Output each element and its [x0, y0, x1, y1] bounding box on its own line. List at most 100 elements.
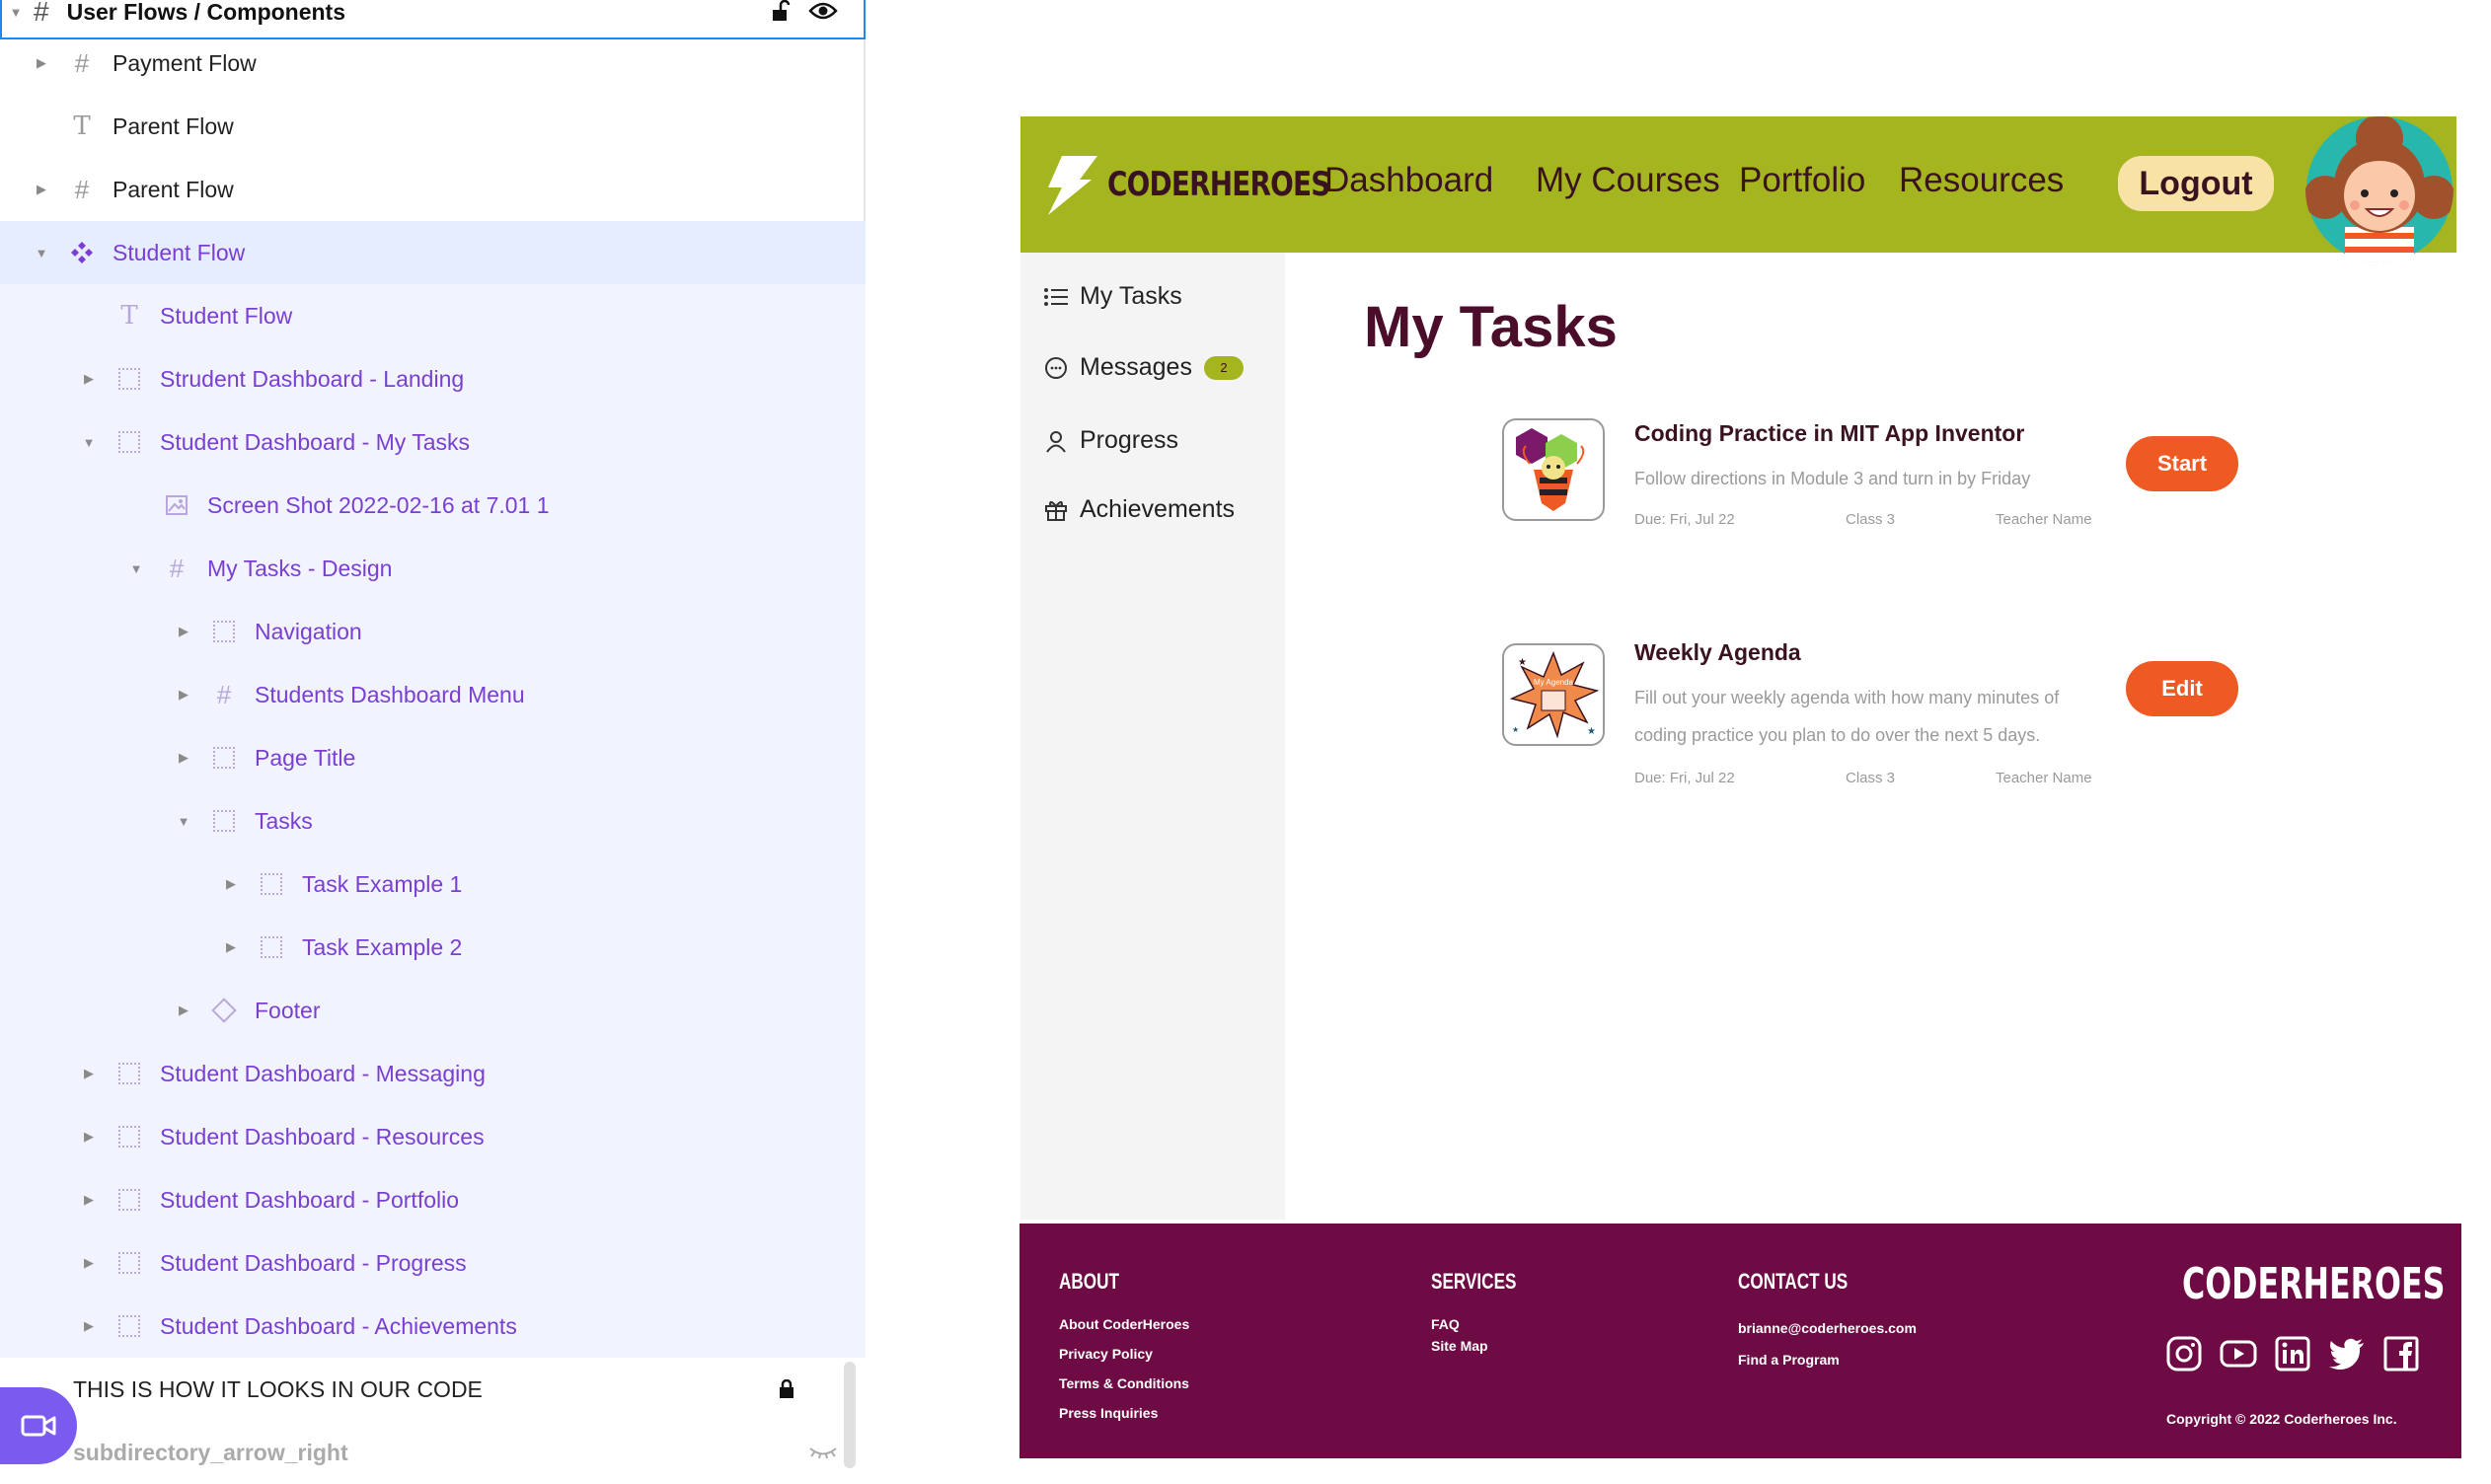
- task-description: Fill out your weekly agenda with how man…: [1634, 688, 2060, 745]
- hidden-eye-icon[interactable]: [808, 1446, 838, 1459]
- logout-button[interactable]: Logout: [2118, 156, 2274, 211]
- task-card: Coding Practice in MIT App Inventor Foll…: [1502, 418, 2238, 537]
- expand-caret-icon[interactable]: ▶: [81, 1192, 97, 1208]
- list-icon: [1044, 287, 1068, 306]
- collapse-caret-icon[interactable]: ▼: [8, 5, 24, 20]
- collapse-caret-icon[interactable]: ▼: [34, 246, 49, 260]
- layer-label: Student Dashboard - Achievements: [160, 1312, 517, 1339]
- footer-link[interactable]: Privacy Policy: [1059, 1346, 1153, 1362]
- group-dotted-icon: [114, 1185, 144, 1215]
- nav-resources-link[interactable]: Resources: [1899, 161, 2064, 200]
- footer-link[interactable]: About CoderHeroes: [1059, 1316, 1189, 1332]
- layer-header-label: User Flows / Components: [66, 0, 346, 25]
- menu-item-achievements[interactable]: Achievements: [1044, 495, 1235, 524]
- unlock-icon[interactable]: [771, 0, 791, 22]
- task-edit-button[interactable]: Edit: [2126, 661, 2238, 716]
- layer-row-parent-flow-text[interactable]: T Parent Flow: [0, 95, 866, 158]
- task-start-button[interactable]: Start: [2126, 436, 2238, 491]
- footer-link[interactable]: FAQ: [1431, 1316, 1460, 1332]
- layer-row-subdirectory[interactable]: subdirectory_arrow_right: [0, 1421, 866, 1484]
- nav-portfolio-link[interactable]: Portfolio: [1739, 161, 1865, 200]
- task-teacher: Teacher Name: [1996, 511, 2092, 528]
- expand-caret-icon[interactable]: ▶: [81, 1255, 97, 1271]
- linkedin-icon[interactable]: [2275, 1336, 2310, 1372]
- expand-caret-icon[interactable]: ▶: [81, 1066, 97, 1081]
- footer-email-link[interactable]: brianne@coderheroes.com: [1738, 1320, 1917, 1336]
- layer-row-dashboard-portfolio[interactable]: ▶ Student Dashboard - Portfolio: [0, 1168, 866, 1231]
- layer-label: subdirectory_arrow_right: [73, 1439, 348, 1465]
- layer-row-parent-flow[interactable]: ▶ # Parent Flow: [0, 158, 866, 221]
- gift-icon: [1045, 500, 1067, 521]
- layer-row-student-flow-component[interactable]: ▼ Student Flow: [0, 221, 866, 284]
- task-class: Class 3: [1846, 511, 1896, 528]
- layer-row-page-title[interactable]: ▶ Page Title: [0, 726, 866, 789]
- chat-bubble-icon: [1045, 356, 1067, 379]
- layer-row-dashboard-progress[interactable]: ▶ Student Dashboard - Progress: [0, 1231, 866, 1295]
- expand-caret-icon[interactable]: ▶: [34, 55, 49, 71]
- layer-row-screenshot-image[interactable]: Screen Shot 2022-02-16 at 7.01 1: [0, 474, 866, 537]
- nav-my-courses-link[interactable]: My Courses: [1536, 161, 1720, 200]
- lock-icon[interactable]: [779, 1379, 794, 1399]
- scrollbar[interactable]: [844, 1362, 856, 1468]
- menu-item-label: My Tasks: [1080, 282, 1182, 310]
- expand-caret-icon[interactable]: ▶: [81, 1318, 97, 1334]
- menu-item-label: Achievements: [1080, 495, 1236, 523]
- layer-row-dashboard-resources[interactable]: ▶ Student Dashboard - Resources: [0, 1105, 866, 1168]
- layer-row-task-example-1[interactable]: ▶ Task Example 1: [0, 853, 866, 916]
- layer-row-dashboard-landing[interactable]: ▶ Strudent Dashboard - Landing: [0, 347, 866, 410]
- layer-row-code-preview[interactable]: THIS IS HOW IT LOOKS IN OUR CODE: [0, 1358, 866, 1421]
- layer-row-tasks[interactable]: ▼ Tasks: [0, 789, 866, 853]
- expand-caret-icon[interactable]: ▶: [223, 876, 239, 892]
- layer-row-dashboard-achievements[interactable]: ▶ Student Dashboard - Achievements: [0, 1295, 866, 1358]
- layer-row-dashboard-my-tasks[interactable]: ▼ Student Dashboard - My Tasks: [0, 410, 866, 474]
- task-title[interactable]: Weekly Agenda: [1634, 639, 1801, 666]
- social-links: [2166, 1336, 2419, 1372]
- expand-caret-icon[interactable]: ▶: [176, 1002, 191, 1018]
- group-dotted-icon: [257, 869, 286, 899]
- layer-row-footer[interactable]: ▶ Footer: [0, 979, 866, 1042]
- page-title: My Tasks: [1364, 295, 1618, 359]
- layer-row-task-example-2[interactable]: ▶ Task Example 2: [0, 916, 866, 979]
- layer-row-students-dashboard-menu[interactable]: ▶ # Students Dashboard Menu: [0, 663, 866, 726]
- task-due-date: Due: Fri, Jul 22: [1634, 770, 1735, 786]
- twitter-icon[interactable]: [2328, 1336, 2366, 1372]
- youtube-icon[interactable]: [2220, 1336, 2257, 1372]
- eye-icon[interactable]: [808, 1, 838, 21]
- menu-item-progress[interactable]: Progress: [1044, 426, 1178, 455]
- layer-row-dashboard-messaging[interactable]: ▶ Student Dashboard - Messaging: [0, 1042, 866, 1105]
- layer-row-student-flow-text[interactable]: T Student Flow: [0, 284, 866, 347]
- expand-caret-icon[interactable]: ▶: [176, 624, 191, 639]
- task-description: Follow directions in Module 3 and turn i…: [1634, 469, 2031, 488]
- menu-item-my-tasks[interactable]: My Tasks: [1044, 282, 1182, 311]
- collapse-caret-icon[interactable]: ▼: [176, 814, 191, 829]
- facebook-icon[interactable]: [2383, 1336, 2419, 1372]
- video-call-button[interactable]: [0, 1387, 77, 1464]
- footer-link[interactable]: Press Inquiries: [1059, 1405, 1158, 1421]
- menu-item-messages[interactable]: Messages 2: [1044, 353, 1244, 382]
- user-icon: [1046, 430, 1066, 453]
- footer-link[interactable]: Find a Program: [1738, 1352, 1840, 1368]
- footer-link[interactable]: Terms & Conditions: [1059, 1375, 1189, 1391]
- layer-row-my-tasks-design[interactable]: ▼ # My Tasks - Design: [0, 537, 866, 600]
- collapse-caret-icon[interactable]: ▼: [81, 435, 97, 450]
- layer-row-payment-flow[interactable]: ▶ # Payment Flow: [0, 32, 866, 95]
- layer-label: Footer: [255, 997, 321, 1023]
- avatar[interactable]: [2305, 116, 2453, 262]
- girl-avatar-icon: [2305, 116, 2453, 262]
- expand-caret-icon[interactable]: ▶: [34, 182, 49, 197]
- group-dotted-icon: [209, 806, 239, 836]
- nav-dashboard-link[interactable]: Dashboard: [1324, 161, 1493, 200]
- task-teacher: Teacher Name: [1996, 770, 2092, 786]
- expand-caret-icon[interactable]: ▶: [223, 939, 239, 955]
- collapse-caret-icon[interactable]: ▼: [128, 561, 144, 576]
- expand-caret-icon[interactable]: ▶: [81, 371, 97, 387]
- layer-row-navigation[interactable]: ▶ Navigation: [0, 600, 866, 663]
- expand-caret-icon[interactable]: ▶: [176, 750, 191, 766]
- task-title[interactable]: Coding Practice in MIT App Inventor: [1634, 420, 2024, 447]
- expand-caret-icon[interactable]: ▶: [81, 1129, 97, 1145]
- expand-caret-icon[interactable]: ▶: [176, 687, 191, 703]
- task-card: My Agenda ★ ★ ★ Weekly Agenda Fill out y…: [1502, 637, 2238, 786]
- group-dotted-icon: [209, 617, 239, 646]
- instagram-icon[interactable]: [2166, 1336, 2202, 1372]
- footer-link[interactable]: Site Map: [1431, 1338, 1488, 1354]
